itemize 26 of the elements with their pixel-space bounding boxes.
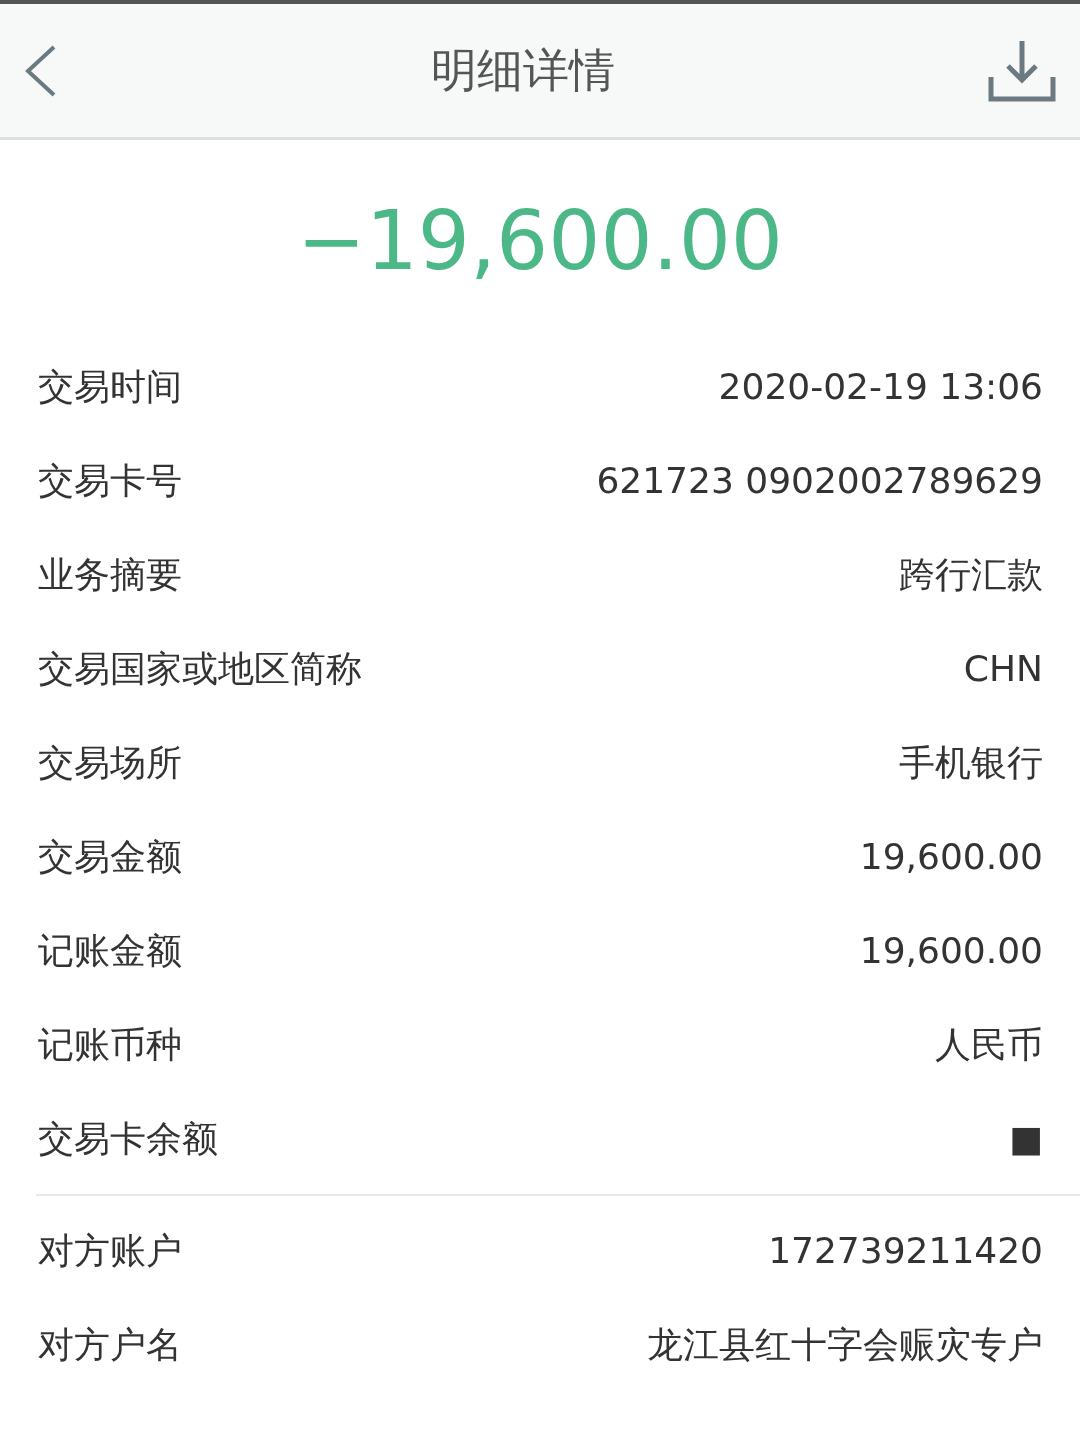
field-label: 交易时间 <box>38 365 183 409</box>
field-label: 对方户名 <box>38 1323 183 1367</box>
field-value: 19,600.00 <box>859 929 1043 973</box>
field-label: 交易卡余额 <box>38 1117 219 1161</box>
field-value: ■ <box>1009 1117 1043 1161</box>
field-value: 2020-02-19 13:06 <box>718 365 1043 409</box>
field-value: 人民币 <box>935 1023 1043 1067</box>
field-value: 龙江县红十字会赈灾专户 <box>647 1323 1043 1367</box>
field-label: 交易场所 <box>38 741 183 785</box>
page-title: 明细详情 <box>431 42 615 99</box>
field-label: 交易卡号 <box>38 459 183 503</box>
field-value: 172739211420 <box>768 1229 1043 1273</box>
field-label: 交易国家或地区简称 <box>38 647 363 691</box>
field-label: 对方账户 <box>38 1229 183 1273</box>
field-label: 业务摘要 <box>38 553 183 597</box>
back-icon[interactable] <box>24 44 58 97</box>
field-label: 交易金额 <box>38 835 183 879</box>
field-label: 记账金额 <box>38 929 183 973</box>
field-value: 621723 0902002789629 <box>596 459 1043 503</box>
field-label: 记账币种 <box>38 1023 183 1067</box>
download-icon[interactable] <box>988 38 1056 103</box>
field-value: CHN <box>963 647 1043 691</box>
field-value: 手机银行 <box>899 741 1043 785</box>
field-value: 19,600.00 <box>859 835 1043 879</box>
amount-text: −19,600.00 <box>296 191 783 290</box>
field-value: 跨行汇款 <box>899 553 1043 597</box>
